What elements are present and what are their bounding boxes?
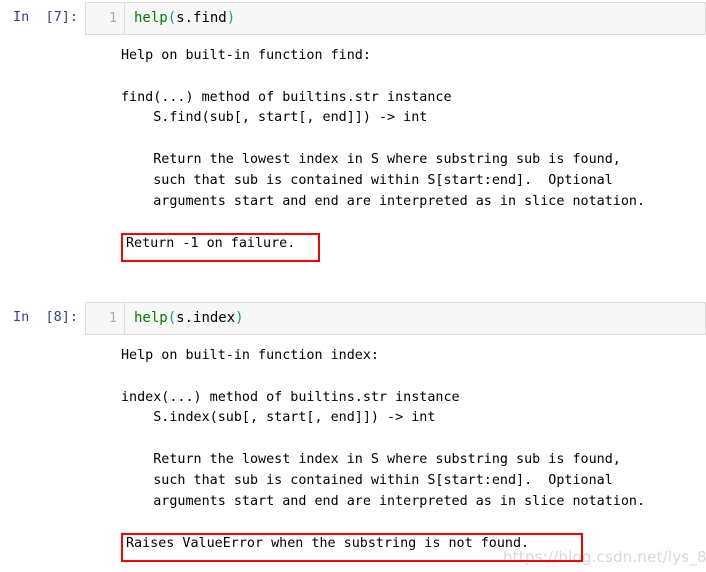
line-number-7: 1 (109, 11, 117, 26)
watermark-text: https://blog.csdn.net/lys_828 (503, 548, 706, 566)
cell-output-8: Help on built-in function index: index(.… (121, 348, 646, 509)
line-number-8: 1 (109, 311, 117, 326)
cell-input-row-8[interactable]: In [8]: 1 help(s.index) (0, 300, 706, 337)
code-line-8[interactable]: help(s.index) (134, 310, 244, 326)
cell-output-7: Help on built-in function find: find(...… (121, 48, 646, 209)
cell-input-row-7[interactable]: In [7]: 1 help(s.find) (0, 0, 706, 37)
code-editor-8[interactable]: 1 help(s.index) (85, 302, 706, 335)
code-token-open-paren-7: ( (167, 10, 177, 26)
input-prompt-7: In [7]: (12, 9, 78, 25)
line-number-gutter-8: 1 (86, 303, 125, 334)
code-token-close-paren-7: ) (226, 10, 236, 26)
code-token-function-7: help (134, 10, 168, 26)
code-token-function-8: help (134, 310, 168, 326)
highlighted-output-line-7: Return -1 on failure. (126, 236, 296, 251)
code-line-7[interactable]: help(s.find) (134, 10, 235, 26)
highlighted-output-line-8: Raises ValueError when the substring is … (126, 536, 530, 551)
code-editor-7[interactable]: 1 help(s.find) (85, 2, 706, 35)
code-token-argument-8: s.index (176, 310, 236, 326)
input-prompt-8: In [8]: (12, 309, 78, 325)
code-token-open-paren-8: ( (167, 310, 177, 326)
code-token-close-paren-8: ) (235, 310, 244, 326)
line-number-gutter-7: 1 (86, 3, 125, 34)
notebook-cell-8[interactable]: In [8]: 1 help(s.index) Help on built-in… (0, 300, 706, 509)
notebook-cell-7[interactable]: In [7]: 1 help(s.find) Help on built-in … (0, 0, 706, 262)
code-token-argument-7: s.find (176, 10, 227, 26)
